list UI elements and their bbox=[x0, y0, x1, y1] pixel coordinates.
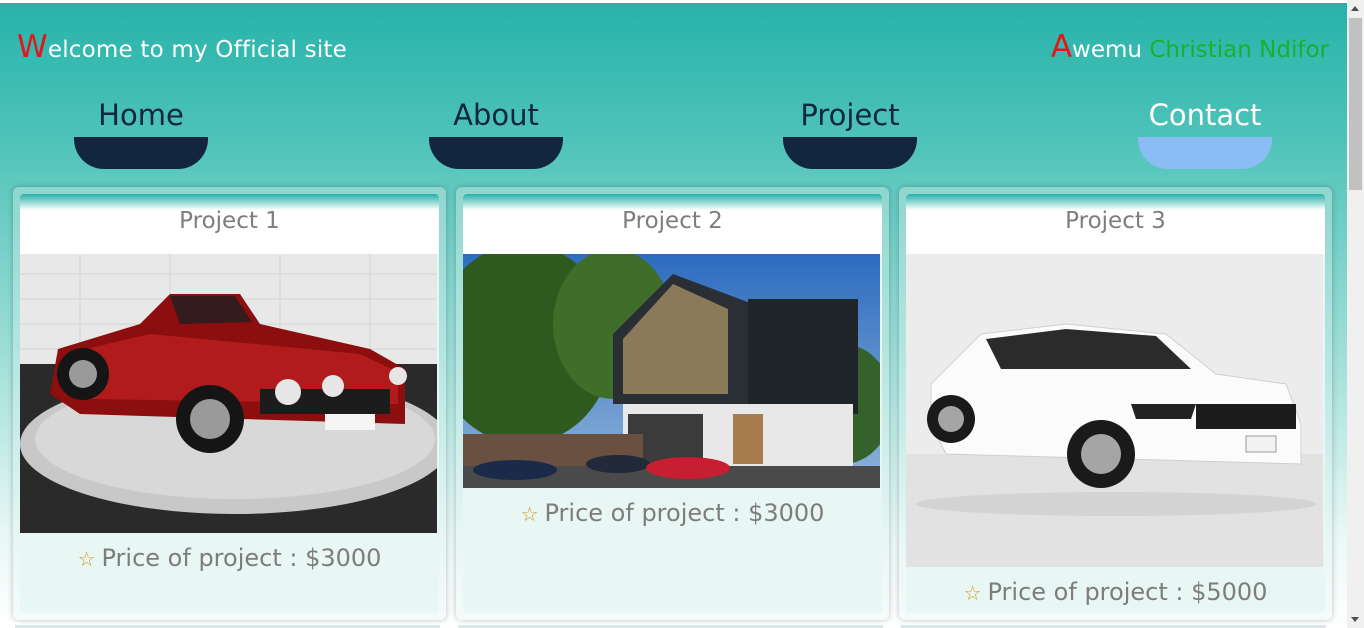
nav-contact-tab bbox=[1138, 137, 1272, 169]
author-first: wemu bbox=[1072, 37, 1142, 63]
nav-contact-label: Contact bbox=[1148, 98, 1262, 132]
nav-project[interactable]: Project bbox=[783, 93, 917, 169]
project-image-car-white[interactable] bbox=[906, 254, 1325, 567]
page-background: Welcome to my Official site Awemu Christ… bbox=[0, 3, 1347, 628]
white-sedan-illustration bbox=[906, 254, 1323, 567]
project-card-inner: Project 1 ☆ Price of project: $3000 bbox=[20, 194, 439, 613]
project-card-2[interactable]: Project 2 ☆ Price of project: $3000 bbox=[456, 187, 889, 620]
project-price: ☆ Price of project : $5000 bbox=[906, 578, 1325, 606]
nav-about[interactable]: About bbox=[429, 93, 563, 169]
red-convertible-illustration bbox=[20, 254, 439, 533]
project-image-house[interactable] bbox=[463, 254, 882, 488]
author-initial: A bbox=[1050, 29, 1073, 65]
nav-home[interactable]: Home bbox=[74, 93, 208, 169]
project-card-inner: Project 2 ☆ Price of project: $3000 bbox=[463, 194, 882, 613]
author-heading: Awemu Christian Ndifor bbox=[1051, 29, 1329, 65]
vertical-scrollbar[interactable] bbox=[1347, 0, 1364, 628]
scroll-down-arrow-icon[interactable] bbox=[1351, 617, 1359, 622]
nav-project-tab bbox=[783, 137, 917, 169]
welcome-initial: W bbox=[17, 29, 48, 65]
project-card-inner: Project 3 ☆ Price of project: $5000 bbox=[906, 194, 1325, 613]
welcome-heading: Welcome to my Official site bbox=[17, 29, 347, 65]
nav-project-label: Project bbox=[800, 98, 900, 132]
project-title: Project 2 bbox=[622, 208, 723, 234]
project-image-car-red[interactable] bbox=[20, 254, 439, 533]
star-icon: ☆ bbox=[77, 547, 96, 571]
project-title: Project 3 bbox=[1065, 208, 1166, 234]
scrollbar-thumb[interactable] bbox=[1349, 18, 1362, 190]
scroll-up-arrow-icon[interactable] bbox=[1351, 6, 1359, 11]
project-title: Project 1 bbox=[179, 208, 280, 234]
project-price-text: Price of project : $5000 bbox=[987, 578, 1268, 606]
nav-contact[interactable]: Contact bbox=[1138, 93, 1272, 169]
author-name: Christian Ndifor bbox=[1149, 37, 1329, 63]
modern-house-illustration bbox=[463, 254, 882, 488]
welcome-text: elcome to my Official site bbox=[47, 37, 347, 63]
project-price-text: Price of project : $3000 bbox=[101, 544, 382, 572]
project-price-text: Price of project : $3000 bbox=[544, 499, 825, 527]
nav-about-label: About bbox=[453, 98, 539, 132]
star-icon: ☆ bbox=[963, 581, 982, 605]
nav-about-tab bbox=[429, 137, 563, 169]
star-icon: ☆ bbox=[520, 502, 539, 526]
nav-home-label: Home bbox=[98, 98, 184, 132]
nav-home-tab bbox=[74, 137, 208, 169]
project-card-3[interactable]: Project 3 ☆ Price of project: $5000 bbox=[899, 187, 1332, 620]
project-price: ☆ Price of project : $3000 bbox=[463, 499, 882, 527]
project-price: ☆ Price of project : $3000 bbox=[20, 544, 439, 572]
project-card-1[interactable]: Project 1 ☆ Price of project: $3000 bbox=[13, 187, 446, 620]
